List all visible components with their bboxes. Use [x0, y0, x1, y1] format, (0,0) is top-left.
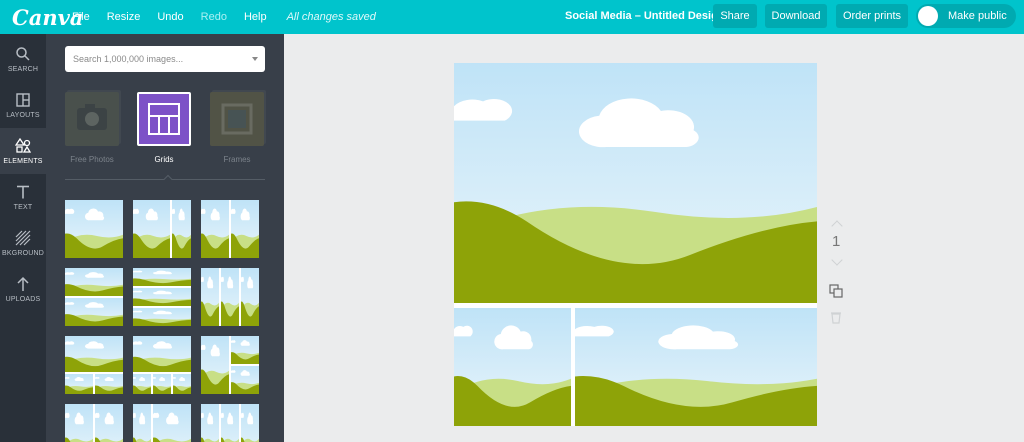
- frame-icon: [210, 92, 264, 146]
- chevron-down-icon[interactable]: [252, 57, 258, 61]
- rail-uploads[interactable]: UPLOADS: [0, 266, 46, 312]
- category-frames[interactable]: Frames: [210, 92, 264, 164]
- make-public-label: Make public: [948, 10, 1007, 22]
- landscape-placeholder: [454, 308, 571, 426]
- rail-label: UPLOADS: [5, 295, 41, 303]
- category-label: Free Photos: [70, 155, 114, 164]
- canva-logo[interactable]: Canva: [12, 5, 83, 30]
- category-free-photos[interactable]: Free Photos: [65, 92, 119, 164]
- category-label: Grids: [154, 155, 174, 164]
- category-grids[interactable]: Grids: [137, 92, 191, 164]
- grid-template[interactable]: [65, 268, 123, 326]
- landscape-placeholder: [575, 308, 817, 426]
- save-status: All changes saved: [286, 11, 376, 23]
- grid-template[interactable]: [201, 200, 259, 258]
- text-icon: [17, 185, 29, 198]
- rail-label: SEARCH: [7, 65, 39, 73]
- grid-cell-bottom-left[interactable]: [454, 308, 571, 426]
- rail-label: ELEMENTS: [3, 157, 43, 165]
- share-button[interactable]: Share: [713, 4, 757, 28]
- elements-icon: [15, 137, 31, 153]
- order-prints-button[interactable]: Order prints: [836, 4, 908, 28]
- menu-resize[interactable]: Resize: [107, 11, 141, 23]
- grid-cell-bottom-right[interactable]: [575, 308, 817, 426]
- upload-icon: [17, 276, 29, 291]
- trash-icon[interactable]: [829, 310, 843, 324]
- rail-background[interactable]: BKGROUND: [0, 220, 46, 266]
- background-icon: [15, 230, 31, 245]
- grid-template[interactable]: [201, 268, 259, 326]
- design-canvas[interactable]: [454, 63, 817, 426]
- grid-icon: [137, 92, 191, 146]
- main-menu: File Resize Undo Redo Help All changes s…: [72, 11, 376, 23]
- landscape-placeholder: [65, 200, 123, 258]
- search-input[interactable]: [73, 54, 243, 64]
- document-title[interactable]: Social Media – Untitled Design: [565, 10, 725, 22]
- grid-template[interactable]: [201, 336, 259, 394]
- image-search[interactable]: [65, 46, 265, 72]
- menu-undo[interactable]: Undo: [157, 11, 183, 23]
- active-tab-pointer: [163, 174, 173, 184]
- rail-label: TEXT: [13, 203, 33, 211]
- grid-template[interactable]: [65, 404, 123, 442]
- rail-layouts[interactable]: LAYOUTS: [0, 82, 46, 128]
- copy-page-icon[interactable]: [829, 284, 843, 298]
- grid-template[interactable]: [65, 200, 123, 258]
- layouts-icon: [16, 92, 30, 107]
- download-button[interactable]: Download: [765, 4, 827, 28]
- tool-rail: SEARCH LAYOUTS ELEMENTS TEXT BKGROUND UP…: [0, 34, 46, 442]
- rail-label: BKGROUND: [1, 249, 45, 257]
- page-number: 1: [832, 233, 841, 250]
- grid-template[interactable]: [133, 404, 191, 442]
- grid-cell-top[interactable]: [454, 63, 817, 303]
- menu-redo[interactable]: Redo: [201, 11, 227, 23]
- toggle-knob[interactable]: [918, 6, 938, 26]
- landscape-placeholder: [454, 63, 817, 303]
- grid-template[interactable]: [65, 336, 123, 394]
- grid-template[interactable]: [201, 404, 259, 442]
- rail-elements[interactable]: ELEMENTS: [0, 128, 46, 174]
- grid-template[interactable]: [133, 268, 191, 326]
- rail-label: LAYOUTS: [6, 111, 40, 119]
- grid-template[interactable]: [133, 200, 191, 258]
- elements-panel: Free Photos Grids Frames: [46, 34, 284, 442]
- top-bar: Canva File Resize Undo Redo Help All cha…: [0, 0, 1024, 34]
- make-public-toggle[interactable]: Make public: [916, 4, 1016, 28]
- rail-search[interactable]: SEARCH: [0, 36, 46, 82]
- rail-text[interactable]: TEXT: [0, 174, 46, 220]
- menu-file[interactable]: File: [72, 11, 90, 23]
- camera-icon: [65, 92, 119, 146]
- grid-template[interactable]: [133, 336, 191, 394]
- chevron-up-icon[interactable]: [831, 220, 843, 232]
- search-icon: [16, 46, 30, 61]
- chevron-down-icon[interactable]: [831, 254, 843, 266]
- category-label: Frames: [223, 155, 251, 164]
- menu-help[interactable]: Help: [244, 11, 267, 23]
